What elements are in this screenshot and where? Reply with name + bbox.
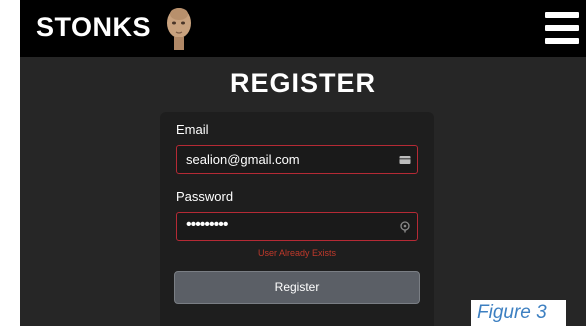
password-label: Password: [176, 189, 234, 204]
navbar: STONKS: [20, 0, 586, 57]
register-button[interactable]: Register: [174, 271, 420, 304]
email-field[interactable]: sealion@gmail.com: [176, 145, 418, 174]
figure-caption: Figure 3: [471, 300, 566, 326]
register-form: Email sealion@gmail.com Password •••••••…: [160, 112, 434, 326]
hamburger-bar: [545, 25, 579, 31]
password-value: •••••••••: [186, 216, 228, 233]
email-value: sealion@gmail.com: [186, 152, 300, 167]
brand-name[interactable]: STONKS: [36, 12, 151, 43]
hamburger-bar: [545, 38, 579, 44]
email-label: Email: [176, 122, 209, 137]
meme-man-head-icon: [167, 8, 191, 50]
autofill-card-icon[interactable]: [399, 154, 411, 166]
hamburger-menu-icon: [545, 12, 579, 18]
app-window: STONKS REGISTER Email sealion@gmail.com …: [20, 0, 586, 326]
error-message: User Already Exists: [257, 248, 337, 258]
autofill-key-icon[interactable]: [399, 221, 411, 233]
page-title: REGISTER: [229, 68, 377, 98]
menu-button[interactable]: [545, 12, 579, 44]
password-field[interactable]: •••••••••: [176, 212, 418, 241]
